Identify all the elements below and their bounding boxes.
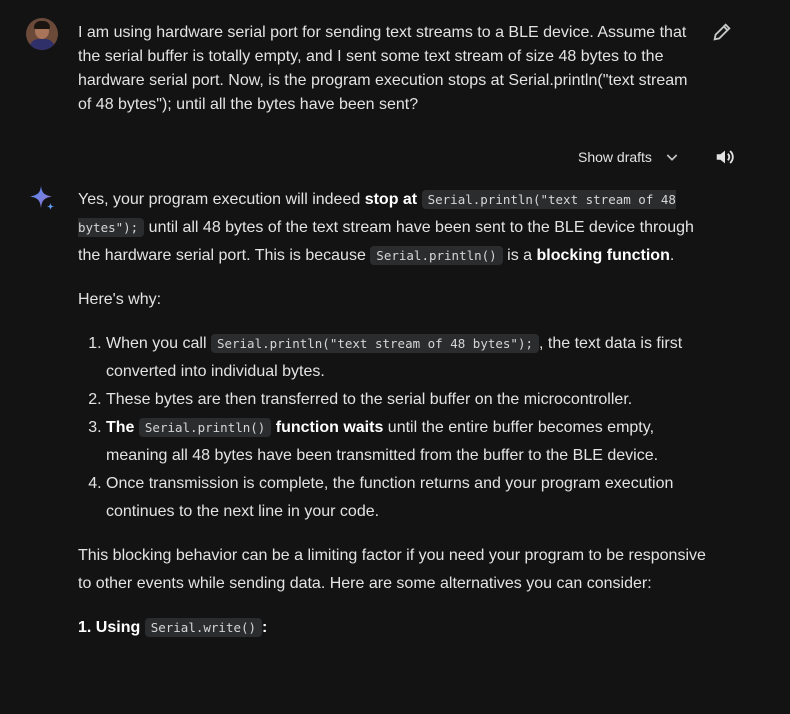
show-drafts-button[interactable]: Show drafts — [578, 146, 680, 168]
edit-prompt-button[interactable] — [711, 21, 733, 43]
inline-code: Serial.write() — [144, 618, 263, 637]
answer-paragraph-3: This blocking behavior can be a limiting… — [78, 547, 706, 592]
heading-text: 1. Using — [78, 619, 145, 636]
inline-code: Serial.println("text stream of 48 bytes"… — [210, 334, 540, 353]
bold-text: The — [106, 419, 135, 436]
answer-paragraph-2: Here's why: — [78, 291, 162, 308]
response-body: Yes, your program execution will indeed … — [78, 186, 718, 658]
list-item: The Serial.println() function waits unti… — [106, 414, 718, 470]
speaker-icon — [716, 150, 734, 164]
show-drafts-label: Show drafts — [578, 149, 652, 165]
bold-text: blocking function — [536, 247, 670, 264]
gemini-sparkle-icon — [28, 184, 56, 212]
text-span: is a — [502, 247, 537, 264]
chevron-down-icon — [666, 154, 678, 161]
answer-paragraph-1: Yes, your program execution will indeed … — [78, 186, 718, 270]
bold-text: stop at — [364, 191, 418, 208]
read-aloud-button[interactable] — [713, 146, 737, 168]
reasons-list: When you call Serial.println("text strea… — [78, 330, 718, 526]
inline-code: Serial.println() — [370, 246, 503, 265]
text-span: . — [669, 247, 675, 264]
inline-code: Serial.println() — [138, 418, 272, 437]
list-item: When you call Serial.println("text strea… — [106, 330, 718, 386]
pencil-icon — [713, 23, 731, 41]
bold-text: function waits — [275, 419, 384, 436]
heading-text: : — [262, 619, 268, 636]
user-avatar — [26, 18, 58, 50]
text-span: When you call — [106, 335, 211, 352]
section-heading: 1. Using Serial.write(): — [78, 614, 718, 642]
text-span: Yes, your program execution will indeed — [78, 191, 365, 208]
user-prompt: I am using hardware serial port for send… — [78, 24, 688, 113]
list-item: These bytes are then transferred to the … — [106, 386, 718, 414]
list-item: Once transmission is complete, the funct… — [106, 470, 718, 526]
